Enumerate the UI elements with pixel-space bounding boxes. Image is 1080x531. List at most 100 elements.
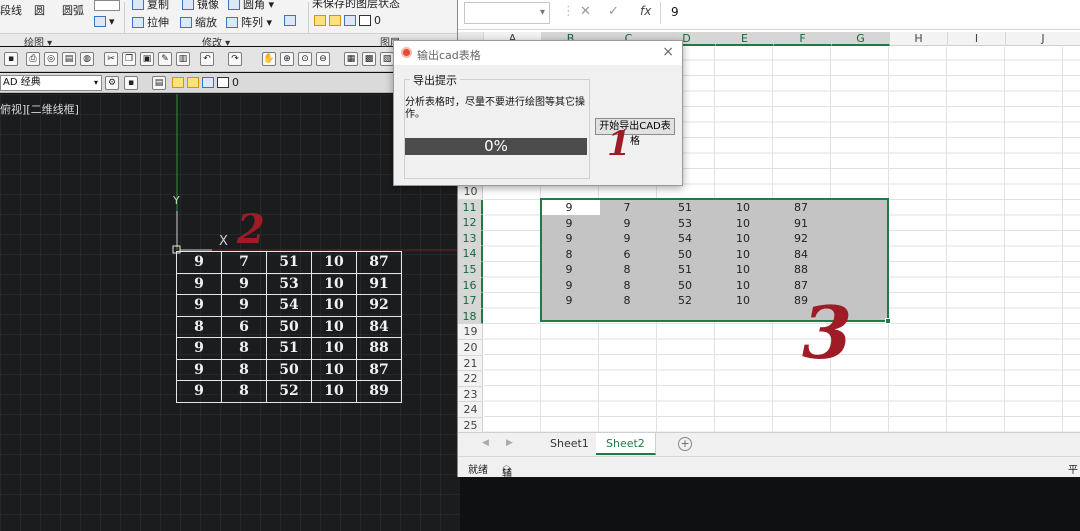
tab-sheet1[interactable]: Sheet1 bbox=[540, 433, 600, 455]
row-header-13[interactable]: 13 bbox=[458, 230, 483, 247]
table-cell[interactable]: 10 bbox=[714, 200, 772, 216]
row-header-22[interactable]: 22 bbox=[458, 371, 483, 387]
ribbon-arc[interactable]: 圆弧 bbox=[62, 2, 84, 18]
table-cell[interactable]: 10 bbox=[714, 262, 772, 278]
table-cell[interactable]: 9 bbox=[540, 278, 598, 294]
table-cell[interactable] bbox=[830, 247, 888, 263]
table-cell[interactable]: 10 bbox=[714, 247, 772, 263]
table-row[interactable]: 9 9 53 10 91 bbox=[540, 216, 888, 232]
cad-table-cell[interactable]: 10 bbox=[311, 251, 357, 274]
cad-table-cell[interactable]: 54 bbox=[266, 294, 312, 317]
column-header-j[interactable]: J bbox=[1006, 32, 1080, 46]
preview-icon[interactable]: ◎ bbox=[44, 52, 58, 66]
cad-table-cell[interactable]: 10 bbox=[311, 294, 357, 317]
cad-table-cell[interactable]: 10 bbox=[311, 315, 357, 338]
cad-table-cell[interactable]: 9 bbox=[221, 272, 267, 295]
cad-table-row[interactable]: 9 8 52 10 89 bbox=[176, 380, 402, 403]
layer-properties-icon[interactable] bbox=[284, 14, 299, 27]
workspace-select[interactable]: AD 经典 ▾ bbox=[0, 75, 102, 91]
cad-table-cell[interactable]: 89 bbox=[356, 380, 402, 403]
cad-table-cell[interactable]: 9 bbox=[176, 272, 222, 295]
tool-palette-icon[interactable]: ▧ bbox=[380, 52, 394, 66]
table-row[interactable]: 9 7 51 10 87 bbox=[540, 200, 888, 216]
add-sheet-button[interactable]: + bbox=[678, 437, 692, 451]
match-properties-icon[interactable]: ✎ bbox=[158, 52, 172, 66]
cad-table-cell[interactable]: 9 bbox=[176, 251, 222, 274]
table-cell[interactable]: 10 bbox=[714, 216, 772, 232]
cad-table-cell[interactable]: 87 bbox=[356, 251, 402, 274]
workspace-save-icon[interactable]: ▪ bbox=[124, 76, 138, 90]
cad-table-row[interactable]: 8 6 50 10 84 bbox=[176, 315, 402, 338]
close-button[interactable]: × bbox=[662, 44, 674, 60]
cad-table-cell[interactable]: 10 bbox=[311, 380, 357, 403]
properties-icon[interactable]: ▦ bbox=[344, 52, 358, 66]
fill-handle[interactable] bbox=[885, 318, 891, 324]
zoom-previous-icon[interactable]: ⊖ bbox=[316, 52, 330, 66]
row-header-18[interactable]: 18 bbox=[458, 308, 483, 325]
table-row[interactable]: 9 9 54 10 92 bbox=[540, 231, 888, 247]
cad-table-row[interactable]: 9 7 51 10 87 bbox=[176, 251, 402, 274]
cad-table-cell[interactable]: 9 bbox=[176, 294, 222, 317]
cad-table-cell[interactable]: 9 bbox=[176, 358, 222, 381]
copy-clip-icon[interactable]: ❐ bbox=[122, 52, 136, 66]
zoom-realtime-icon[interactable]: ⊕ bbox=[280, 52, 294, 66]
row-header-12[interactable]: 12 bbox=[458, 215, 483, 231]
layer-state-select[interactable]: 未保存的图层状态 bbox=[312, 0, 400, 11]
table-cell[interactable]: 9 bbox=[598, 231, 656, 247]
design-center-icon[interactable]: ▩ bbox=[362, 52, 376, 66]
table-cell[interactable]: 9 bbox=[540, 200, 598, 216]
confirm-entry-icon[interactable]: ✓ bbox=[608, 4, 619, 19]
cad-table[interactable]: 9 7 51 10 87 9 9 53 10 91 9 9 54 10 92 8 6 50 10 84 9 8 51 10 88… bbox=[176, 251, 402, 403]
table-cell[interactable]: 6 bbox=[598, 247, 656, 263]
rectangle-icon[interactable]: ▾ bbox=[94, 15, 115, 28]
row-header-11[interactable]: 11 bbox=[458, 199, 483, 216]
cad-table-cell[interactable]: 52 bbox=[266, 380, 312, 403]
cad-table-cell[interactable]: 9 bbox=[176, 380, 222, 403]
cad-table-cell[interactable]: 10 bbox=[311, 358, 357, 381]
name-box[interactable]: ▾ bbox=[464, 2, 550, 24]
cad-table-cell[interactable]: 92 bbox=[356, 294, 402, 317]
table-row[interactable]: 9 8 51 10 88 bbox=[540, 262, 888, 278]
cad-table-cell[interactable]: 8 bbox=[176, 315, 222, 338]
table-cell[interactable] bbox=[830, 231, 888, 247]
cad-table-row[interactable]: 9 9 54 10 92 bbox=[176, 294, 402, 317]
cad-drawing-area[interactable]: 俯视][二维线框] Y X 9 7 51 10 87 9 9 53 10 91 9 9 54 10 92 8 6… bbox=[0, 94, 460, 531]
cancel-entry-icon[interactable]: ✕ bbox=[580, 4, 591, 19]
table-cell[interactable]: 50 bbox=[656, 247, 714, 263]
row-header-21[interactable]: 21 bbox=[458, 356, 483, 372]
table-cell[interactable] bbox=[830, 200, 888, 216]
table-cell[interactable]: 8 bbox=[598, 278, 656, 294]
cad-table-cell[interactable]: 87 bbox=[356, 358, 402, 381]
table-cell[interactable]: 10 bbox=[714, 293, 772, 309]
cut-icon[interactable]: ✂ bbox=[104, 52, 118, 66]
row-header-24[interactable]: 24 bbox=[458, 402, 483, 418]
ribbon-fillet[interactable]: 圆角 ▾ bbox=[228, 0, 274, 12]
column-header-h[interactable]: H bbox=[890, 32, 948, 46]
table-cell[interactable]: 9 bbox=[540, 216, 598, 232]
ribbon-circle[interactable]: 圆 bbox=[34, 2, 45, 18]
undo-icon[interactable]: ↶ bbox=[200, 52, 214, 66]
cad-table-cell[interactable]: 50 bbox=[266, 315, 312, 338]
table-cell[interactable]: 10 bbox=[714, 231, 772, 247]
print-icon[interactable]: ⎙ bbox=[26, 52, 40, 66]
row-header-20[interactable]: 20 bbox=[458, 340, 483, 356]
ribbon-mirror[interactable]: 镜像 bbox=[182, 0, 219, 12]
table-cell[interactable]: 51 bbox=[656, 200, 714, 216]
layer-dropdown[interactable]: 0 bbox=[172, 76, 239, 89]
paste-icon[interactable]: ▣ bbox=[140, 52, 154, 66]
table-cell[interactable]: 50 bbox=[656, 278, 714, 294]
row-header-19[interactable]: 19 bbox=[458, 324, 483, 340]
table-row[interactable]: 8 6 50 10 84 bbox=[540, 247, 888, 263]
redo-icon[interactable]: ↷ bbox=[228, 52, 242, 66]
table-cell[interactable] bbox=[830, 216, 888, 232]
column-header-e[interactable]: E bbox=[716, 32, 774, 46]
workspace-settings-icon[interactable]: ⚙ bbox=[105, 76, 119, 90]
cad-table-row[interactable]: 9 9 53 10 91 bbox=[176, 272, 402, 295]
plot-icon[interactable]: ▤ bbox=[62, 52, 76, 66]
ribbon-dropdown[interactable] bbox=[94, 0, 120, 11]
publish-icon[interactable]: ◍ bbox=[80, 52, 94, 66]
cad-table-cell[interactable]: 8 bbox=[221, 358, 267, 381]
table-cell[interactable]: 8 bbox=[540, 247, 598, 263]
table-cell[interactable]: 54 bbox=[656, 231, 714, 247]
cad-table-cell[interactable]: 88 bbox=[356, 337, 402, 360]
